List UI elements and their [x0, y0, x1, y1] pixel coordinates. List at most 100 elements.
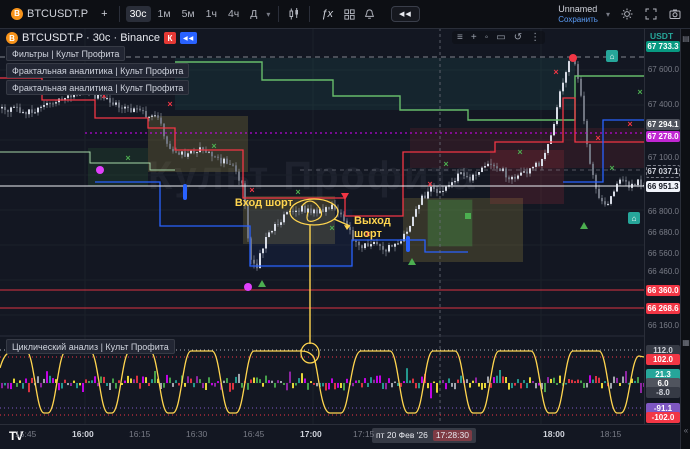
svg-text:×: × [249, 185, 254, 195]
time-tick: 16:00 [72, 430, 94, 439]
compare-add-button[interactable]: + [96, 6, 112, 23]
price-label: 66 680.0 [648, 229, 679, 237]
time-tick: 18:00 [543, 430, 565, 439]
interval-1m[interactable]: 1м [154, 6, 175, 23]
symbol-button[interactable]: B BTCUSDT.P [6, 5, 93, 23]
undo-icon[interactable]: ↺ [514, 32, 522, 43]
price-label: 67 600.0 [648, 66, 679, 74]
fullscreen-button[interactable] [642, 5, 660, 23]
symbol-logo-icon: B [6, 32, 18, 44]
maximize-icon [644, 7, 658, 21]
gear-icon [620, 7, 634, 21]
price-badge: 66 360.0 [646, 285, 680, 296]
right-sidebar: ▤ ▦ « [680, 28, 690, 449]
shapes-icon[interactable]: ▭ [496, 32, 505, 43]
svg-text:⌂: ⌂ [610, 52, 615, 61]
interval-1d[interactable]: Д [246, 6, 261, 23]
interval-5m[interactable]: 5м [178, 6, 199, 23]
price-badge: -102.0 [646, 412, 680, 423]
svg-text:×: × [125, 153, 130, 163]
panel-top-icon[interactable]: ▤ [681, 34, 690, 43]
currency-label[interactable]: USDT [650, 31, 673, 41]
indicators-button[interactable]: ƒx [316, 6, 338, 23]
time-tick: 16:15 [129, 430, 150, 439]
svg-text:×: × [167, 99, 172, 109]
interval-4h[interactable]: 4ч [224, 6, 243, 23]
price-badge: 67 294.1 [646, 119, 680, 130]
price-badge: 66 951.3 [646, 181, 680, 192]
candlestick-icon [287, 7, 301, 21]
time-tick: 16:45 [243, 430, 264, 439]
indicator-fractal-2[interactable]: Фрактальная аналитика | Культ Профита [6, 80, 189, 95]
time-tick: 16:30 [186, 430, 207, 439]
price-badge: -8.0 [646, 387, 680, 398]
camera-icon [668, 7, 682, 21]
layout-name: Unnamed [558, 4, 597, 14]
screenshot-button[interactable] [666, 5, 684, 23]
svg-text:×: × [637, 87, 642, 97]
current-time: 17:28:30 [433, 430, 472, 441]
collapse-icon[interactable]: « [681, 426, 690, 435]
list-icon[interactable]: ≡ [457, 32, 463, 43]
svg-text:×: × [295, 187, 300, 197]
add-drawing-icon[interactable]: + [471, 32, 477, 43]
time-tick: 15:45 [15, 430, 36, 439]
price-badge: 66 268.6 [646, 303, 680, 314]
svg-text:×: × [595, 133, 600, 143]
floating-drawing-toolbar: ≡ + ◦ ▭ ↺ ⋮ [452, 31, 545, 44]
svg-text:×: × [627, 119, 632, 129]
replay-badge-icon[interactable]: ◀◀ [180, 32, 197, 44]
more-icon[interactable]: ⋮ [530, 32, 540, 43]
oscillator-title[interactable]: Циклический анализ | Культ Профита [6, 339, 175, 354]
entry-annotation: Вход шорт [235, 197, 294, 209]
current-time-badge: пт 20 Фев '26 17:28:30 [372, 428, 476, 443]
grid-layout-icon [343, 8, 356, 21]
interval-30s[interactable]: 30с [126, 6, 151, 23]
time-tick: 18:15 [600, 430, 621, 439]
price-label: 66 800.0 [648, 208, 679, 216]
interval-dropdown-caret[interactable]: ▾ [264, 7, 272, 22]
svg-text:×: × [609, 163, 614, 173]
svg-text:×: × [329, 223, 334, 233]
divider [119, 6, 120, 22]
crosshair-icon[interactable]: ◦ [485, 32, 489, 43]
kult-profita-badge: К [164, 32, 176, 44]
chart-style-button[interactable] [285, 5, 303, 23]
divider [278, 6, 279, 22]
time-tick: 17:00 [300, 430, 322, 439]
layout-name-button[interactable]: Unnamed Сохранить [558, 4, 598, 24]
price-badge: 102.0 [646, 354, 680, 365]
exit-annotation: Выход шорт [354, 215, 394, 240]
divider [309, 6, 310, 22]
time-axis[interactable]: TV пт 20 Фев '26 17:28:30 15:4516:0016:1… [0, 424, 680, 449]
alert-button[interactable] [361, 6, 378, 23]
svg-text:×: × [553, 67, 558, 77]
legend-symbol-row[interactable]: B BTCUSDT.P · 30с · Binance К ◀◀ [6, 32, 197, 44]
price-scale[interactable]: USDT 67 600.067 400.067 100.066 800.066 … [644, 28, 681, 424]
price-badge: 67 733.3 [646, 41, 680, 52]
svg-text:⌂: ⌂ [632, 214, 637, 223]
layout-dropdown-caret[interactable]: ▾ [604, 7, 612, 22]
trading-terminal: B BTCUSDT.P + 30с 1м 5м 1ч 4ч Д ▾ ƒx [0, 0, 690, 449]
price-label: 66 560.0 [648, 250, 679, 258]
indicator-fractal-1[interactable]: Фрактальная аналитика | Культ Профита [6, 63, 189, 78]
bell-icon [363, 8, 376, 21]
interval-1h[interactable]: 1ч [202, 6, 221, 23]
indicator-filters[interactable]: Фильтры | Культ Профита [6, 46, 125, 61]
layout-button[interactable] [341, 6, 358, 23]
top-toolbar: B BTCUSDT.P + 30с 1м 5м 1ч 4ч Д ▾ ƒx [0, 0, 690, 29]
settings-button[interactable] [618, 5, 636, 23]
price-label: 67 400.0 [648, 101, 679, 109]
replay-button[interactable]: ◀◀ [391, 6, 420, 22]
svg-text:×: × [427, 179, 432, 189]
save-button[interactable]: Сохранить [558, 15, 598, 24]
current-date: пт 20 Фев '26 [376, 431, 428, 440]
chart-legend: B BTCUSDT.P · 30с · Binance К ◀◀ Фильтры… [6, 32, 197, 95]
price-badge: 67 037.1 [646, 165, 680, 178]
symbol-name: BTCUSDT.P [27, 9, 88, 20]
svg-text:×: × [211, 141, 216, 151]
svg-text:×: × [443, 159, 448, 169]
panel-mid-icon[interactable]: ▦ [681, 338, 690, 347]
toolbar-right-group: Unnamed Сохранить ▾ [558, 4, 684, 24]
symbol-logo-icon: B [11, 8, 23, 20]
